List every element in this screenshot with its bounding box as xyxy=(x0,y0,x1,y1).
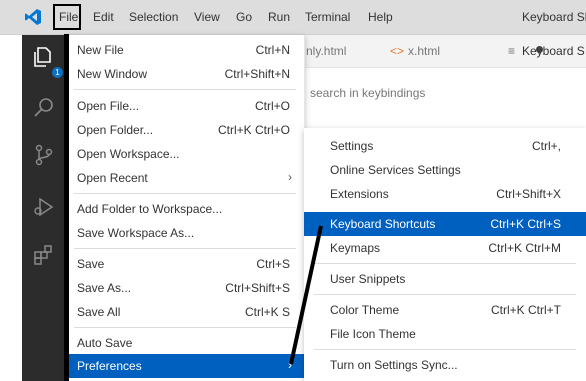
menu-item-keyboard-shortcuts[interactable]: Keyboard Shortcuts Ctrl+K Ctrl+S xyxy=(304,212,586,236)
menu-item-save[interactable]: Save Ctrl+S xyxy=(66,252,304,276)
menu-separator xyxy=(74,248,296,249)
menu-item-label: Turn on Settings Sync... xyxy=(330,358,458,372)
menu-item-label: Open Recent xyxy=(77,171,148,185)
menu-item-label: Keyboard Shortcuts xyxy=(330,217,436,231)
menu-item-shortcut: Ctrl+Shift+S xyxy=(225,281,290,295)
menu-item-save-as[interactable]: Save As... Ctrl+Shift+S xyxy=(66,276,304,300)
menu-item-preferences[interactable]: Preferences › xyxy=(66,354,304,378)
menu-item-label: Keymaps xyxy=(330,241,381,255)
menu-item-save-workspace-as[interactable]: Save Workspace As... xyxy=(66,221,304,245)
menu-terminal[interactable]: Terminal xyxy=(305,10,350,24)
menu-item-label: Preferences xyxy=(77,359,142,373)
menu-item-shortcut: Ctrl+K Ctrl+T xyxy=(490,303,561,317)
menu-item-label: Auto Save xyxy=(77,336,133,350)
menu-separator xyxy=(314,349,576,350)
menu-item-color-theme[interactable]: Color Theme Ctrl+K Ctrl+T xyxy=(304,298,586,322)
chevron-right-icon: › xyxy=(288,358,292,372)
menu-edit[interactable]: Edit xyxy=(93,10,114,24)
menu-item-shortcut: Ctrl+K Ctrl+O xyxy=(217,123,290,137)
annotation-line xyxy=(64,34,69,381)
menu-item-shortcut: Ctrl+K Ctrl+S xyxy=(490,217,561,231)
menu-file[interactable]: File xyxy=(59,10,78,24)
menu-item-label: Open File... xyxy=(77,99,140,113)
search-placeholder: search in keybindings xyxy=(310,86,426,100)
menu-item-shortcut: Ctrl+Shift+X xyxy=(496,187,561,201)
menu-item-label: Color Theme xyxy=(330,303,400,317)
menu-item-label: Save As... xyxy=(77,281,132,295)
menu-item-shortcut: Ctrl+O xyxy=(254,99,290,113)
menu-item-label: Save All xyxy=(77,305,121,319)
menu-view[interactable]: View xyxy=(194,10,220,24)
preferences-submenu: Settings Ctrl+, Online Services Settings… xyxy=(304,128,586,381)
menu-item-new-window[interactable]: New Window Ctrl+Shift+N xyxy=(66,62,304,86)
extensions-icon[interactable] xyxy=(32,243,56,267)
menu-item-label: File Icon Theme xyxy=(330,327,416,341)
menu-bar: File Edit Selection View Go Run Terminal… xyxy=(0,0,586,35)
menu-item-open-workspace[interactable]: Open Workspace... xyxy=(66,142,304,166)
menu-item-new-file[interactable]: New File Ctrl+N xyxy=(66,38,304,62)
menu-item-shortcut: Ctrl+K S xyxy=(244,305,290,319)
menu-separator xyxy=(314,294,576,295)
menu-item-label: Extensions xyxy=(330,187,389,201)
menu-item-label: Add Folder to Workspace... xyxy=(77,202,223,216)
menu-item-open-file[interactable]: Open File... Ctrl+O xyxy=(66,94,304,118)
menu-item-settings[interactable]: Settings Ctrl+, xyxy=(304,134,586,158)
menu-run[interactable]: Run xyxy=(268,10,290,24)
menu-help[interactable]: Help xyxy=(368,10,393,24)
menu-item-shortcut: Ctrl+K Ctrl+M xyxy=(488,241,561,255)
menu-item-label: Open Workspace... xyxy=(77,147,180,161)
tab-x-html[interactable]: x.html xyxy=(408,44,440,58)
menu-item-label: Save xyxy=(77,257,105,271)
html-file-icon: <> xyxy=(390,44,405,58)
menu-item-label: User Snippets xyxy=(330,272,406,286)
menu-item-label: Open Folder... xyxy=(77,123,154,137)
menu-item-auto-save[interactable]: Auto Save xyxy=(66,331,304,355)
menu-item-label: Settings xyxy=(330,139,374,153)
menu-item-shortcut: Ctrl+, xyxy=(531,139,561,153)
menu-item-settings-sync[interactable]: Turn on Settings Sync... xyxy=(304,353,586,377)
menu-item-open-recent[interactable]: Open Recent › xyxy=(66,166,304,190)
window-title: Keyboard Sh xyxy=(522,10,586,24)
menu-item-keymaps[interactable]: Keymaps Ctrl+K Ctrl+M xyxy=(304,236,586,260)
menu-separator xyxy=(74,193,296,194)
activity-bar: 1 xyxy=(22,35,66,381)
menu-go[interactable]: Go xyxy=(236,10,252,24)
menu-item-save-all[interactable]: Save All Ctrl+K S xyxy=(66,300,304,324)
menu-item-label: Online Services Settings xyxy=(330,163,461,177)
search-icon[interactable] xyxy=(32,95,56,119)
tab-nly-html[interactable]: nly.html xyxy=(306,44,346,58)
files-icon xyxy=(34,47,51,67)
menu-item-online-services-settings[interactable]: Online Services Settings xyxy=(304,158,586,182)
menu-separator xyxy=(314,263,576,264)
activity-explorer[interactable]: 1 xyxy=(30,43,63,79)
explorer-badge: 1 xyxy=(52,67,63,78)
menu-item-label: New File xyxy=(77,43,124,57)
menu-item-user-snippets[interactable]: User Snippets xyxy=(304,267,586,291)
menu-item-open-folder[interactable]: Open Folder... Ctrl+K Ctrl+O xyxy=(66,118,304,142)
source-control-icon[interactable] xyxy=(32,143,56,167)
menu-item-shortcut: Ctrl+Shift+N xyxy=(224,67,290,81)
menu-selection[interactable]: Selection xyxy=(129,10,178,24)
menu-item-extensions[interactable]: Extensions Ctrl+Shift+X xyxy=(304,182,586,206)
keyboard-tab-icon: ≡ xyxy=(508,44,516,58)
menu-item-shortcut: Ctrl+N xyxy=(255,43,290,57)
menu-item-label: Save Workspace As... xyxy=(77,226,195,240)
menu-item-shortcut: Ctrl+S xyxy=(256,257,290,271)
menu-separator xyxy=(74,89,296,90)
tab-keyboard-shortcuts[interactable]: Keyboard S xyxy=(522,44,585,58)
menu-item-file-icon-theme[interactable]: File Icon Theme xyxy=(304,322,586,346)
vscode-logo-icon xyxy=(25,9,41,25)
menu-item-add-folder[interactable]: Add Folder to Workspace... xyxy=(66,197,304,221)
file-menu: New File Ctrl+N New Window Ctrl+Shift+N … xyxy=(66,35,305,381)
menu-item-label: New Window xyxy=(77,67,148,81)
run-debug-icon[interactable] xyxy=(32,195,56,219)
menu-separator xyxy=(74,327,296,328)
chevron-right-icon: › xyxy=(288,170,292,184)
